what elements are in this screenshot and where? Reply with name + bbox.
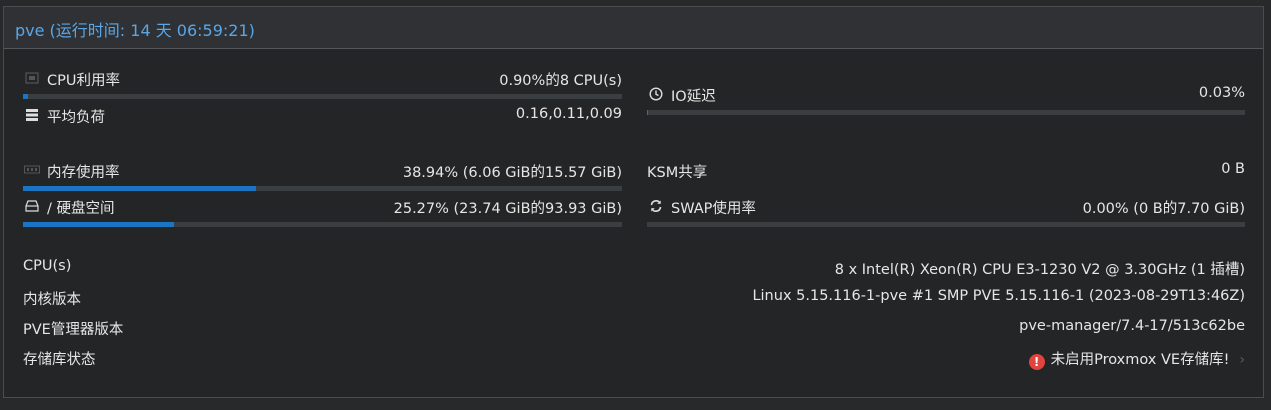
ksm-sharing-value: 0 B [1221, 161, 1245, 177]
io-delay-label: IO延迟 [671, 89, 716, 105]
kernel-version-label: 内核版本 [23, 292, 81, 308]
repository-status-link[interactable]: ! 未启用Proxmox VE存储库! › [1028, 348, 1245, 370]
cpu-model-row: CPU(s) 8 x Intel(R) Xeon(R) CPU E3-1230 … [23, 258, 1245, 282]
memory-usage-bar [23, 186, 622, 191]
disk-usage-label: / 硬盘空间 [47, 201, 115, 217]
swap-usage-value: 0.00% (0 B的7.70 GiB) [1082, 201, 1245, 217]
load-average-label: 平均负荷 [47, 110, 105, 126]
io-delay-bar [647, 110, 1245, 115]
cpu-icon [23, 71, 41, 88]
disk-usage-value: 25.27% (23.74 GiB的93.93 GiB) [393, 201, 622, 217]
cpu-usage-bar [23, 94, 622, 99]
node-summary-panel: pve (运行时间: 14 天 06:59:21) CPU利用率 0.90%的8… [3, 6, 1264, 398]
disk-usage-bar [23, 222, 622, 227]
cpu-usage-bar-fill [23, 94, 29, 99]
cpu-usage-row: CPU利用率 0.90%的8 CPU(s) [23, 69, 622, 93]
swap-usage-row: SWAP使用率 0.00% (0 B的7.70 GiB) [647, 197, 1245, 221]
repository-status-value: 未启用Proxmox VE存储库! [1050, 352, 1230, 368]
memory-usage-bar-fill [23, 186, 257, 191]
refresh-icon [647, 199, 665, 217]
warning-icon: ! [1028, 354, 1045, 370]
swap-usage-bar [647, 222, 1245, 227]
io-delay-row: IO延迟 0.03% [647, 85, 1245, 109]
cpu-usage-value: 0.90%的8 CPU(s) [499, 73, 622, 89]
page-background: pve (运行时间: 14 天 06:59:21) CPU利用率 0.90%的8… [0, 0, 1271, 410]
hdd-icon [23, 199, 41, 216]
pve-manager-version-label: PVE管理器版本 [23, 322, 124, 338]
ksm-sharing-label: KSM共享 [647, 165, 708, 181]
repository-status-label: 存储库状态 [23, 352, 96, 368]
disk-usage-row: / 硬盘空间 25.27% (23.74 GiB的93.93 GiB) [23, 197, 622, 221]
memory-icon [23, 164, 41, 179]
memory-usage-value: 38.94% (6.06 GiB的15.57 GiB) [402, 165, 622, 181]
cpu-usage-label: CPU利用率 [47, 73, 120, 89]
kernel-version-row: 内核版本 Linux 5.15.116-1-pve #1 SMP PVE 5.1… [23, 288, 1245, 312]
io-delay-bar-fill [647, 110, 649, 115]
cpu-model-label: CPU(s) [23, 258, 72, 274]
chevron-right-icon[interactable]: › [1239, 352, 1245, 368]
ksm-sharing-row: KSM共享 0 B [647, 161, 1245, 185]
io-delay-value: 0.03% [1198, 85, 1245, 101]
disk-usage-bar-fill [23, 222, 175, 227]
pve-manager-version-value: pve-manager/7.4-17/513c62be [1019, 318, 1245, 334]
memory-usage-label: 内存使用率 [47, 165, 120, 181]
load-average-row: 平均负荷 0.16,0.11,0.09 [23, 106, 622, 130]
panel-body: CPU利用率 0.90%的8 CPU(s) 平均负荷 0.16,0.11,0.0… [4, 49, 1263, 397]
repository-status-row[interactable]: 存储库状态 ! 未启用Proxmox VE存储库! › [23, 348, 1245, 372]
panel-header: pve (运行时间: 14 天 06:59:21) [4, 7, 1263, 49]
cpu-model-value: 8 x Intel(R) Xeon(R) CPU E3-1230 V2 @ 3.… [834, 262, 1245, 278]
pve-manager-version-row: PVE管理器版本 pve-manager/7.4-17/513c62be [23, 318, 1245, 342]
memory-usage-row: 内存使用率 38.94% (6.06 GiB的15.57 GiB) [23, 161, 622, 185]
load-average-value: 0.16,0.11,0.09 [515, 106, 622, 122]
swap-usage-label: SWAP使用率 [671, 201, 756, 217]
tasks-icon [23, 108, 41, 125]
kernel-version-value: Linux 5.15.116-1-pve #1 SMP PVE 5.15.116… [752, 288, 1245, 304]
panel-title: pve (运行时间: 14 天 06:59:21) [15, 21, 255, 40]
clock-icon [647, 86, 665, 105]
